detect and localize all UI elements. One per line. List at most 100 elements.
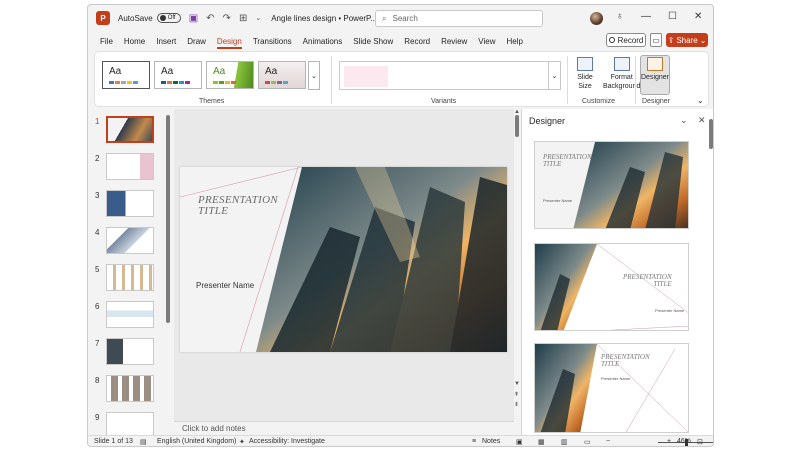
present-icon[interactable]: ⊞	[239, 13, 247, 24]
slide-size-icon	[577, 57, 593, 71]
accessibility-status[interactable]: Accessibility: Investigate	[249, 438, 325, 445]
scrollbar-thumb[interactable]	[515, 115, 519, 137]
theme-sample: Aa	[213, 66, 226, 77]
reading-view-icon[interactable]: ▥	[561, 438, 568, 446]
design-option-title-line-2: TITLE	[543, 160, 562, 168]
chevron-down-icon: ⌄	[311, 72, 317, 80]
thumbnail-image	[106, 190, 154, 217]
lightbulb-icon[interactable]: ♁	[616, 11, 624, 22]
thumbnail-item[interactable]: 8	[88, 374, 172, 404]
divider	[567, 56, 568, 104]
tab-file[interactable]: File	[100, 37, 113, 46]
theme-office-2[interactable]: Aa	[154, 61, 202, 89]
zoom-out-icon[interactable]: −	[606, 438, 610, 445]
fit-to-window-icon[interactable]: ⊡	[697, 438, 703, 446]
theme-facet[interactable]: Aa	[206, 61, 254, 89]
variant-option[interactable]	[344, 66, 388, 87]
toggle-knob-icon	[159, 15, 166, 21]
tab-slide-show[interactable]: Slide Show	[353, 37, 393, 46]
thumbnail-item[interactable]: 5	[88, 263, 172, 293]
theme-office[interactable]: Aa	[102, 61, 150, 89]
chevron-down-icon: ⌄	[699, 35, 707, 45]
notes-button[interactable]: Notes	[482, 438, 500, 445]
designer-group-label: Designer	[642, 98, 671, 105]
designer-button-content[interactable]: Designer	[641, 57, 669, 82]
previous-slide-icon[interactable]: ⇞	[514, 391, 519, 398]
status-bar: Slide 1 of 13 ▤ English (United Kingdom)…	[88, 435, 713, 446]
thumbnail-item[interactable]: 9	[88, 411, 172, 435]
notes-icon[interactable]: ≡	[472, 438, 476, 445]
pane-options-icon[interactable]: ⌄	[680, 115, 688, 126]
avatar[interactable]	[590, 12, 603, 25]
tab-design[interactable]: Design	[216, 37, 242, 49]
redo-icon[interactable]: ↷	[223, 13, 231, 24]
share-button[interactable]: ⇪ Share ⌄	[666, 33, 708, 47]
normal-view-icon[interactable]: ▣	[516, 438, 523, 446]
tab-review[interactable]: Review	[441, 37, 467, 46]
customize-toolbar-icon[interactable]: ⌄	[255, 14, 261, 22]
themes-more-button[interactable]: ⌄	[308, 61, 320, 90]
close-icon[interactable]: ✕	[694, 11, 702, 22]
format-background-icon	[613, 57, 630, 71]
undo-icon[interactable]: ↶	[206, 13, 214, 24]
tab-insert[interactable]: Insert	[156, 37, 176, 46]
slide-title[interactable]: PRESENTATION TITLE	[198, 195, 293, 217]
zoom-level[interactable]: 46%	[677, 438, 691, 445]
slide-show-icon[interactable]: ▭	[584, 438, 591, 446]
thumbnail-image	[106, 227, 154, 254]
tab-view[interactable]: View	[478, 37, 495, 46]
thumbnails-scrollbar[interactable]	[166, 115, 170, 323]
thumbnail-item[interactable]: 4	[88, 226, 172, 256]
variants-gallery: ⌄	[339, 61, 561, 90]
maximize-icon[interactable]: ☐	[668, 11, 677, 22]
scroll-down-icon[interactable]: ▼	[514, 381, 520, 387]
next-slide-icon[interactable]: ⇟	[514, 401, 519, 408]
thumbnail-number: 6	[95, 302, 100, 311]
accessibility-icon[interactable]: ✦	[239, 438, 245, 446]
current-slide[interactable]: PRESENTATION TITLE Presenter Name	[180, 167, 507, 352]
record-icon	[608, 37, 615, 43]
zoom-in-icon[interactable]: +	[667, 438, 671, 445]
slide-sorter-icon[interactable]: ▦	[538, 438, 545, 446]
designer-scrollbar[interactable]	[709, 119, 713, 149]
comments-button[interactable]: ▭	[650, 33, 662, 47]
autosave-toggle[interactable]: Off	[156, 13, 181, 23]
notes-pane[interactable]: Click to add notes	[174, 421, 514, 434]
variants-more-button[interactable]: ⌄	[548, 62, 560, 89]
thumbnail-item[interactable]: 7	[88, 337, 172, 367]
tab-home[interactable]: Home	[124, 37, 145, 46]
close-pane-icon[interactable]: ✕	[698, 115, 706, 126]
theme-sample: Aa	[109, 66, 122, 77]
tab-draw[interactable]: Draw	[187, 37, 206, 46]
design-option-1[interactable]: PRESENTATION TITLE Presenter Name	[534, 141, 689, 229]
collapse-ribbon-icon[interactable]: ⌄	[697, 96, 704, 105]
share-label: Share	[676, 35, 698, 45]
thumbnail-item[interactable]: 1	[88, 115, 172, 145]
format-background-label-1: Format	[610, 74, 633, 81]
thumbnail-item[interactable]: 6	[88, 300, 172, 330]
tab-help[interactable]: Help	[507, 37, 523, 46]
tab-transitions[interactable]: Transitions	[253, 37, 292, 46]
language-status[interactable]: English (United Kingdom)	[157, 438, 236, 445]
theme-angles[interactable]: Aa	[258, 61, 306, 89]
slide-size-button[interactable]: Slide Size	[573, 57, 597, 91]
tab-animations[interactable]: Animations	[303, 37, 343, 46]
design-option-2[interactable]: PRESENTATION TITLE Presenter Name	[534, 243, 689, 331]
design-option-presenter: Presenter Name	[543, 198, 573, 203]
ribbon: Aa Aa Aa Aa ⌄ Themes ⌄ Variants Slide Si…	[94, 51, 709, 107]
comment-icon: ▭	[652, 35, 660, 45]
save-icon[interactable]: ▣	[189, 13, 198, 24]
thumbnail-item[interactable]: 3	[88, 189, 172, 219]
slide-count: Slide 1 of 13	[94, 438, 133, 445]
minimize-icon[interactable]: —	[641, 11, 651, 22]
slide-size-label: Slide Size	[577, 74, 593, 90]
spelling-icon[interactable]: ▤	[140, 438, 147, 446]
search-box[interactable]: ⌕ Search	[375, 10, 543, 27]
record-button[interactable]: Record	[606, 33, 646, 47]
slide-thumbnails-pane: 1 2 3 4 5 6 7 8 9	[88, 111, 172, 435]
design-option-3[interactable]: PRESENTATION TITLE Presenter Name	[534, 343, 689, 433]
presenter-name[interactable]: Presenter Name	[196, 281, 254, 290]
tab-record[interactable]: Record	[404, 37, 430, 46]
designer-button-label: Designer	[641, 74, 670, 81]
thumbnail-item[interactable]: 2	[88, 152, 172, 182]
